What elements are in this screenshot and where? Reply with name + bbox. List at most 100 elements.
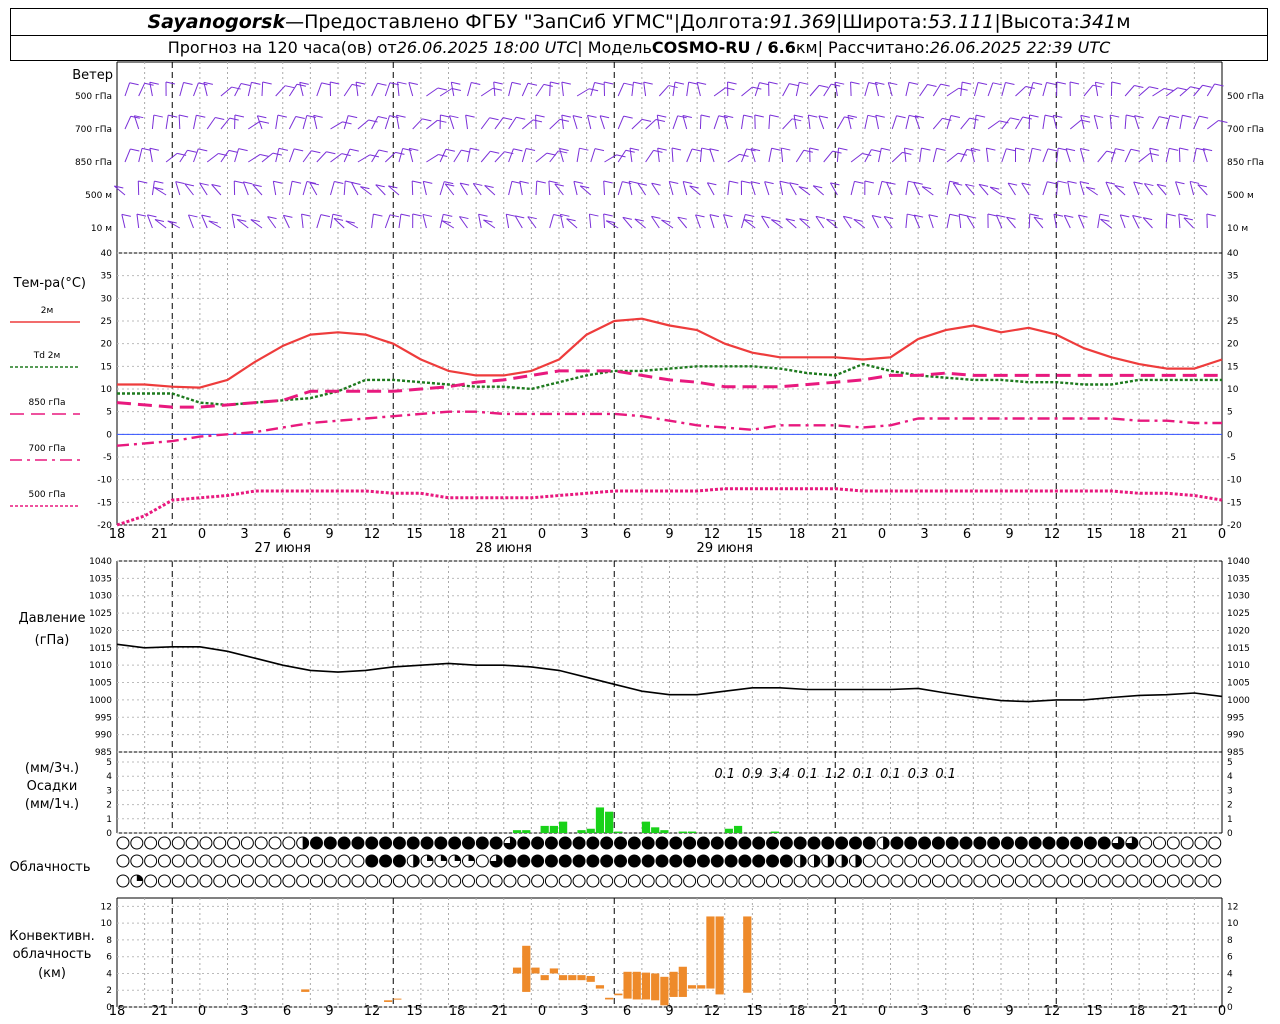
wind-barb-flag [341, 153, 351, 157]
conv-cloud-bar [678, 966, 687, 997]
wind-barb [398, 214, 402, 229]
wind-barb [505, 214, 510, 229]
wind-barb [1178, 147, 1181, 163]
cloud-symbol [171, 874, 185, 888]
wind-barb [549, 118, 561, 130]
wind-barb [850, 81, 852, 97]
cloud-symbol-fill [1056, 837, 1069, 849]
cloud-symbol-fill [1015, 837, 1028, 849]
precip-y-tick: 5 [106, 758, 112, 768]
wind-barb-flag [589, 213, 599, 217]
wind-barb-flag [273, 180, 283, 184]
cloud-symbol [227, 874, 241, 888]
meteogram: 18 21 0 3 6 9 12 15 18 21 0 3 6 9 12 15 18 21 0 3 6 9 12 15 18 21… [9, 61, 1264, 1019]
cloud-symbol [199, 874, 213, 888]
wind-barb [165, 115, 169, 130]
x-tick-label: 0 [538, 1004, 546, 1019]
wind-barb-flag [764, 181, 774, 185]
cloud-symbol [1028, 874, 1042, 888]
x-tick-label: 0 [1218, 1004, 1226, 1019]
wind-barb-flag [643, 81, 653, 85]
wind-barb-flag [332, 213, 343, 217]
precip-y-tick-right: 2 [1227, 801, 1233, 811]
wind-barb [234, 148, 240, 163]
wind-barb [723, 214, 729, 229]
wind-barb [671, 147, 674, 163]
wind-barb [573, 181, 578, 196]
wind-barb-flag [950, 115, 960, 119]
wind-barb [549, 150, 559, 163]
wind-barb-flag [940, 83, 950, 87]
wind-barb-flag [470, 147, 480, 151]
wind-barb-flag [1110, 114, 1120, 118]
cloud-symbol [227, 836, 241, 850]
conv-cloud-bar [623, 971, 632, 999]
wind-barb [1063, 215, 1071, 229]
wind-barb [561, 82, 564, 97]
cloud-symbol [1056, 874, 1070, 888]
wind-barb [288, 148, 295, 163]
day-label: 27 июня [255, 541, 311, 556]
cloud-symbol [392, 874, 406, 888]
conv-y-tick-right: 0 [1227, 1003, 1233, 1013]
cloud-symbol [614, 874, 628, 888]
wind-barb-flag [657, 114, 667, 118]
wind-barb [316, 214, 322, 229]
cloud-symbol [1097, 874, 1111, 888]
wind-barb-flag [1078, 214, 1088, 218]
cloud-symbol [1083, 874, 1097, 888]
x-tick-label: 18 [1129, 1004, 1146, 1019]
wind-barb-flag [1056, 81, 1066, 85]
pressure-y-tick-right: 1040 [1227, 557, 1250, 567]
wind-barb [330, 181, 335, 196]
wind-barb [987, 120, 1000, 130]
wind-barb [248, 120, 261, 130]
wind-barb-flag [971, 147, 981, 151]
cloud-symbol-partial [827, 855, 834, 867]
x-tick-label: 21 [831, 1004, 848, 1019]
wind-barb-flag [1080, 147, 1090, 151]
wind-level-label-right: 10 м [1227, 224, 1248, 234]
wind-barb-flag [490, 150, 500, 154]
cloud-symbol [130, 836, 144, 850]
wind-barb [261, 81, 264, 97]
conv-cloud-bar [687, 985, 697, 989]
precip-y-tick: 1 [106, 815, 112, 825]
wind-barb-flag [769, 114, 779, 118]
cloud-symbol-fill [1070, 837, 1083, 849]
wind-barb [946, 214, 951, 229]
wind-barb-flag [1025, 85, 1035, 89]
wind-barb [617, 115, 625, 130]
wind-barb-flag [423, 180, 433, 184]
cloud-symbol-partial [136, 875, 143, 881]
precip-3h-label: 0.3 [908, 767, 929, 782]
wind-barb [1134, 115, 1140, 130]
wind-level-label: 850 гПа [75, 158, 112, 168]
cloud-symbol [918, 874, 932, 888]
wind-barb [871, 215, 879, 229]
wind-barb-flag [506, 213, 516, 217]
cloud-symbol-fill [683, 837, 696, 849]
cloud-symbol-fill [669, 837, 682, 849]
cloud-symbol [945, 874, 959, 888]
cloud-symbol [1097, 854, 1111, 868]
cloud-symbol [268, 874, 282, 888]
wind-barb [453, 149, 462, 163]
x-tick-label: 21 [1171, 1004, 1188, 1019]
wind-barb-flag [130, 148, 140, 152]
temp-y-tick: 40 [101, 249, 113, 259]
pressure-y-tick-right: 990 [1227, 731, 1244, 741]
cloud-symbol [227, 854, 241, 868]
wind-barb-flag [278, 147, 289, 151]
wind-barb [1097, 214, 1101, 229]
wind-barb-flag [1029, 213, 1039, 217]
wind-barb [780, 148, 784, 163]
cloud-symbol [931, 854, 945, 868]
cloud-symbol [434, 874, 448, 888]
wind-barb-flag [729, 180, 739, 184]
wind-barb-flag [546, 152, 556, 156]
precip-bar [605, 811, 614, 833]
conv-cloud-bar [715, 916, 724, 995]
wind-barb-flag [759, 82, 769, 86]
wind-barb [1056, 181, 1059, 196]
